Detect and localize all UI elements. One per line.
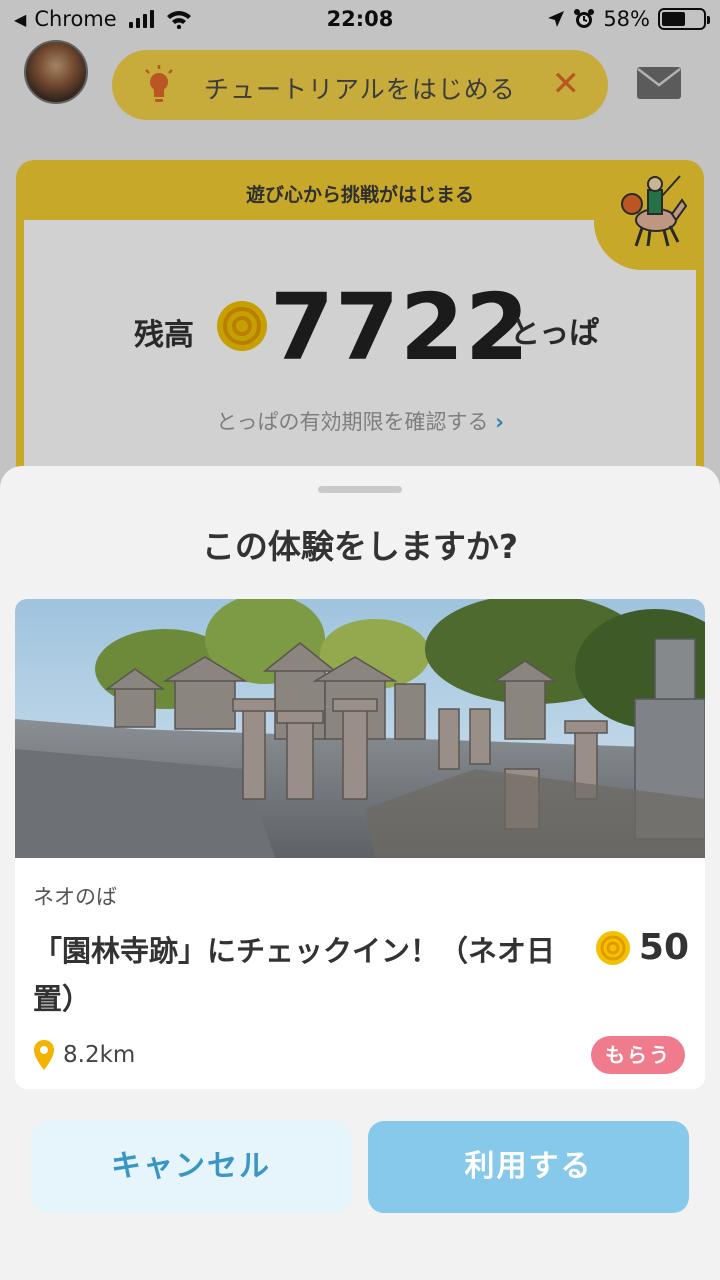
location-pin-icon xyxy=(34,1040,54,1070)
experience-category: ネオのば xyxy=(33,885,117,909)
sheet-grabber[interactable] xyxy=(318,486,402,493)
distance: 8.2km xyxy=(33,1039,135,1071)
experience-title: 「園林寺跡」にチェックイン！（ネオ日置） xyxy=(33,934,556,1016)
cancel-button[interactable]: キャンセル xyxy=(31,1121,351,1213)
sheet-title: この体験をしますか? xyxy=(201,527,519,566)
use-button[interactable]: 利用する xyxy=(368,1121,689,1213)
reward: 50 xyxy=(595,927,689,968)
experience-photo xyxy=(15,599,705,858)
experience-card[interactable]: ネオのば 「園林寺跡」にチェックイン！（ネオ日置） 50 8.2km もらう xyxy=(15,599,705,1089)
distance-value: 8.2km xyxy=(63,1042,136,1068)
reward-value: 50 xyxy=(638,927,689,968)
receive-badge: もらう xyxy=(591,1036,685,1074)
bottom-sheet: この体験をしますか? ネオのば 「園林寺跡」にチェックイン！（ネオ日置） 50 … xyxy=(0,466,720,1280)
coin-icon xyxy=(595,930,630,965)
